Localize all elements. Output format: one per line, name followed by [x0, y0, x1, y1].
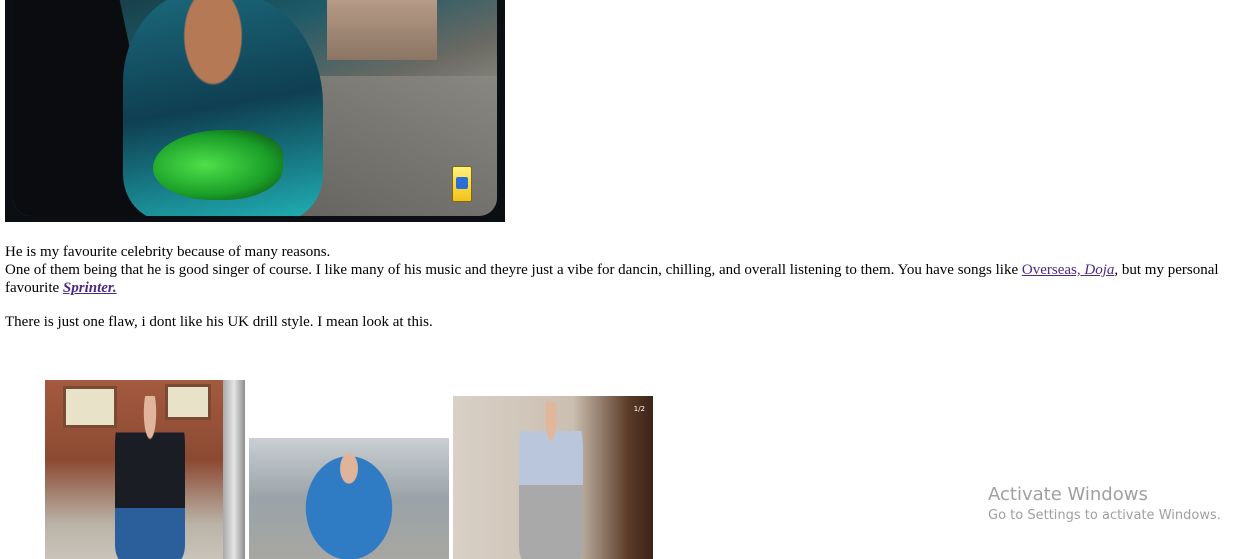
photo-grey-tracksuit: 1/2 — [453, 396, 653, 559]
songs-sentence: One of them being that he is good singer… — [5, 262, 1022, 278]
hero-music-video-image — [5, 0, 505, 222]
paragraph-flaw: There is just one flaw, i dont like his … — [5, 314, 433, 330]
person-figure — [115, 396, 185, 559]
lemonade-carton-logo — [452, 166, 472, 202]
article-text: He is my favourite celebrity because of … — [5, 243, 1255, 331]
watermark-title: Activate Windows — [988, 484, 1148, 505]
green-flame-jacket — [153, 130, 283, 200]
photo-counter-badge: 1/2 — [633, 405, 645, 413]
background-building — [327, 0, 437, 60]
window-shape — [63, 386, 117, 428]
link-overseas[interactable]: Overseas, — [1022, 262, 1084, 278]
drill-style-photos: 1/2 — [45, 380, 665, 559]
person-figure — [519, 402, 583, 559]
link-doja[interactable]: Doja — [1084, 262, 1114, 278]
intro-sentence: He is my favourite celebrity because of … — [5, 244, 331, 260]
photo-puffer-vest — [45, 380, 245, 559]
windows-activation-watermark: Activate Windows Go to Settings to activ… — [988, 484, 1221, 526]
person-figure — [294, 442, 404, 559]
photo-blue-hoodie — [249, 438, 449, 559]
link-sprinter[interactable]: Sprinter. — [63, 280, 117, 296]
watermark-subtitle: Go to Settings to activate Windows. — [988, 508, 1221, 523]
video-scene — [13, 0, 497, 216]
paragraph-reasons: He is my favourite celebrity because of … — [5, 243, 1255, 297]
street-pole — [223, 380, 245, 559]
